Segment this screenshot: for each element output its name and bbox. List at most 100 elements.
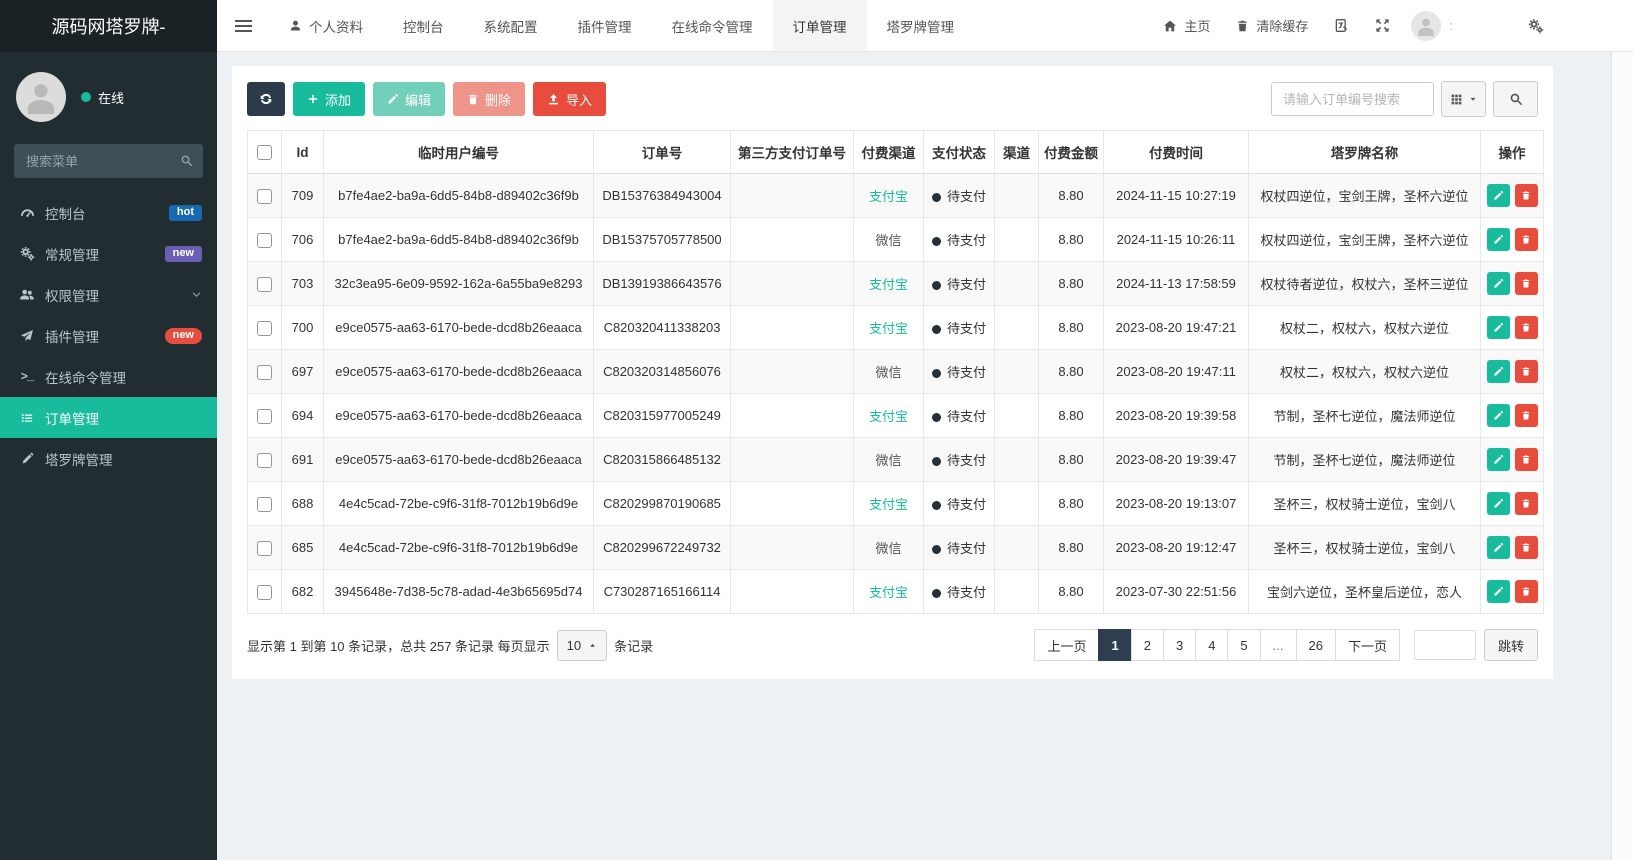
- tab-6[interactable]: 订单管理: [772, 0, 867, 51]
- avatar[interactable]: [1411, 10, 1442, 41]
- row-checkbox[interactable]: [257, 188, 272, 204]
- row-checkbox[interactable]: [257, 496, 272, 512]
- tarot-name-cell: 圣杯三，权杖骑士逆位，宝剑八: [1248, 481, 1481, 526]
- page-button[interactable]: 26: [1295, 629, 1336, 661]
- sidebar-item-label: 插件管理: [45, 329, 99, 345]
- tarot-name-cell: 权杖四逆位，宝剑王牌，圣杯六逆位: [1248, 173, 1481, 218]
- sidebar-item-3[interactable]: 权限管理: [0, 274, 217, 315]
- tab-3[interactable]: 系统配置: [464, 0, 558, 51]
- avatar[interactable]: [16, 72, 66, 122]
- order-search-input[interactable]: [1271, 82, 1434, 116]
- page-button[interactable]: 1: [1098, 629, 1132, 661]
- search-icon: [180, 154, 193, 167]
- column-header: 付费渠道: [853, 130, 924, 174]
- edit-button[interactable]: 编辑: [373, 82, 446, 116]
- page-button[interactable]: 5: [1227, 629, 1261, 661]
- fullscreen-toggle[interactable]: [1362, 0, 1403, 51]
- sidebar-item-1[interactable]: 控制台 hot: [0, 192, 217, 233]
- jump-button[interactable]: 跳转: [1483, 629, 1538, 661]
- status-dot: [931, 368, 941, 378]
- sidebar-item-2[interactable]: 常规管理 new: [0, 233, 217, 274]
- row-delete-button[interactable]: [1514, 448, 1538, 471]
- row-delete-button[interactable]: [1514, 184, 1538, 207]
- row-delete-button[interactable]: [1514, 580, 1538, 603]
- row-edit-button[interactable]: [1486, 580, 1510, 603]
- row-checkbox[interactable]: [257, 584, 272, 600]
- row-checkbox[interactable]: [257, 320, 272, 336]
- row-delete-button[interactable]: [1514, 404, 1538, 427]
- sidebar-toggle-button[interactable]: [217, 0, 269, 51]
- prev-page-button[interactable]: 上一页: [1034, 629, 1100, 661]
- page-button[interactable]: 3: [1162, 629, 1197, 661]
- row-delete-button[interactable]: [1514, 272, 1538, 295]
- tab-7[interactable]: 塔罗牌管理: [867, 0, 975, 51]
- order-no-cell: C820320411338203: [593, 305, 731, 350]
- pay-channel-text: 支付宝: [868, 409, 908, 424]
- row-edit-button[interactable]: [1486, 448, 1510, 471]
- import-button[interactable]: 导入: [533, 82, 607, 116]
- status-text: 待支付: [946, 409, 986, 424]
- menu-search-input[interactable]: [14, 144, 203, 178]
- temp-user-cell: 3945648e-7d38-5c78-adad-4e3b65695d74: [323, 569, 594, 614]
- tab-2[interactable]: 控制台: [383, 0, 464, 51]
- tab-label: 插件管理: [577, 19, 632, 35]
- actions-cell: [1480, 349, 1544, 394]
- page-button[interactable]: 4: [1195, 629, 1229, 661]
- row-checkbox[interactable]: [257, 276, 272, 292]
- page-button[interactable]: 2: [1130, 629, 1164, 661]
- sidebar-item-6[interactable]: 订单管理: [0, 397, 217, 438]
- page-size-select[interactable]: 10: [556, 629, 608, 661]
- row-checkbox[interactable]: [257, 232, 272, 248]
- tab-5[interactable]: 在线命令管理: [652, 0, 773, 51]
- table-row: 688 4e4c5cad-72be-c9f6-31f8-7012b19b6d9e C…: [247, 481, 1544, 526]
- sidebar-item-4[interactable]: 插件管理 new: [0, 315, 217, 356]
- select-all-header: [247, 130, 282, 174]
- row-checkbox[interactable]: [257, 452, 272, 468]
- actions-cell: [1480, 569, 1544, 614]
- clear-cache-link[interactable]: 清除缓存: [1223, 0, 1321, 51]
- row-delete-button[interactable]: [1514, 360, 1538, 383]
- row-delete-button[interactable]: [1514, 228, 1538, 251]
- row-checkbox[interactable]: [257, 540, 272, 556]
- row-edit-button[interactable]: [1486, 360, 1510, 383]
- refresh-button[interactable]: [247, 82, 285, 116]
- next-page-button[interactable]: 下一页: [1334, 629, 1400, 661]
- sidebar-item-5[interactable]: >_ 在线命令管理: [0, 356, 217, 397]
- row-delete-button[interactable]: [1514, 492, 1538, 515]
- delete-button[interactable]: 删除: [453, 82, 526, 116]
- row-edit-button[interactable]: [1486, 536, 1510, 559]
- column-header: 支付状态: [923, 130, 995, 174]
- search-button[interactable]: [1493, 81, 1538, 117]
- temp-user-cell: b7fe4ae2-ba9a-6dd5-84b8-d89402c36f9b: [323, 173, 594, 218]
- columns-toggle-button[interactable]: [1441, 81, 1486, 117]
- sidebar-menu: 控制台 hot 常规管理 new 权限管理 插件管理 new >_ 在线命令管理 订单管理 塔罗牌管…: [0, 192, 217, 860]
- temp-user-cell: e9ce0575-aa63-6170-bede-dcd8b26eaaca: [323, 393, 594, 438]
- sidebar-item-7[interactable]: 塔罗牌管理: [0, 438, 217, 479]
- row-edit-button[interactable]: [1486, 228, 1510, 251]
- refresh-icon: [259, 92, 273, 106]
- home-link[interactable]: 主页: [1150, 0, 1223, 51]
- row-edit-button[interactable]: [1486, 316, 1510, 339]
- tab-4[interactable]: 插件管理: [558, 0, 652, 51]
- jump-page-input[interactable]: [1413, 630, 1476, 660]
- row-edit-button[interactable]: [1486, 492, 1510, 515]
- row-delete-button[interactable]: [1514, 536, 1538, 559]
- pay-channel-text: 微信: [875, 365, 902, 380]
- sidebar-item-label: 在线命令管理: [45, 370, 126, 386]
- language-switch[interactable]: [1321, 0, 1362, 51]
- pay-status-cell: 待支付: [923, 437, 995, 482]
- row-delete-button[interactable]: [1514, 316, 1538, 339]
- add-button[interactable]: 添加: [293, 82, 366, 116]
- order-no-cell: C820315866485132: [593, 437, 731, 482]
- row-edit-button[interactable]: [1486, 272, 1510, 295]
- tab-1[interactable]: 个人资料: [269, 0, 383, 51]
- select-all-checkbox[interactable]: [257, 144, 272, 160]
- row-edit-button[interactable]: [1486, 404, 1510, 427]
- row-checkbox[interactable]: [257, 408, 272, 424]
- table-row: 697 e9ce0575-aa63-6170-bede-dcd8b26eaaca C…: [247, 349, 1544, 394]
- row-checkbox[interactable]: [257, 364, 272, 380]
- settings-link[interactable]: [1515, 0, 1557, 51]
- scrollbar-track[interactable]: [1611, 52, 1633, 860]
- records-info-text: 显示第 1 到第 10 条记录，总共 257 条记录 每页显示: [247, 638, 550, 654]
- row-edit-button[interactable]: [1486, 184, 1510, 207]
